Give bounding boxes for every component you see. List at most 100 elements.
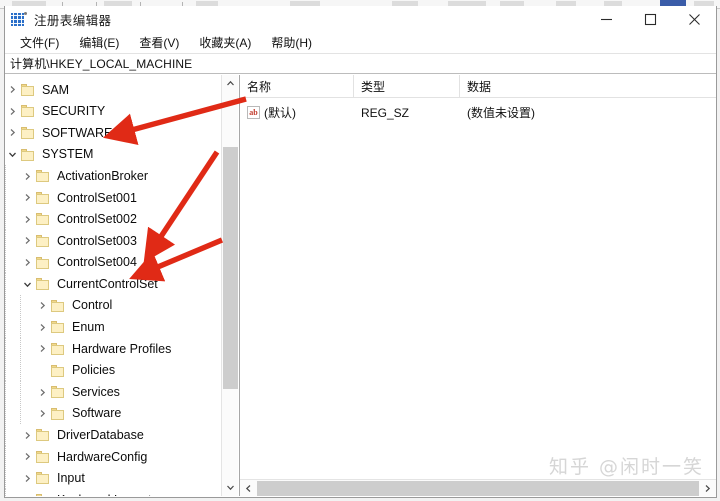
scroll-right-arrow-icon[interactable]: [699, 480, 716, 497]
close-button[interactable]: [672, 6, 716, 32]
maximize-button[interactable]: [628, 6, 672, 32]
values-scrollbar-thumb[interactable]: [257, 481, 699, 496]
column-header-type[interactable]: 类型: [354, 75, 460, 98]
tree-indent-guide: [5, 360, 6, 382]
scroll-left-arrow-icon[interactable]: [240, 480, 257, 497]
tree-indent-guide: [5, 403, 6, 425]
column-header-name[interactable]: 名称: [240, 75, 354, 98]
values-row-container: ab(默认)REG_SZ(数值未设置): [240, 102, 716, 123]
chevron-right-icon[interactable]: [5, 85, 20, 94]
chevron-right-icon[interactable]: [20, 236, 35, 245]
values-column-header: 名称 类型 数据: [240, 75, 716, 98]
menu-item-view[interactable]: 查看(V): [131, 33, 187, 53]
registry-tree[interactable]: SAM SECURITYSOFTWARE SYSTEM ActivationBroke…: [5, 75, 221, 496]
tree-item-label: DriverDatabase: [57, 429, 144, 442]
chevron-right-icon[interactable]: [5, 128, 20, 137]
tree-vertical-scrollbar[interactable]: [221, 75, 238, 496]
folder-icon: [35, 234, 52, 248]
tree-item-label: HardwareConfig: [57, 451, 147, 464]
chevron-right-icon[interactable]: [20, 474, 35, 483]
chevron-right-icon[interactable]: [35, 301, 50, 310]
chevron-right-icon[interactable]: [35, 388, 50, 397]
folder-icon: [20, 104, 37, 118]
tree-item-software[interactable]: SOFTWARE: [5, 122, 221, 144]
values-horizontal-scrollbar[interactable]: [240, 479, 716, 496]
tree-indent-guide: [5, 252, 6, 274]
column-header-type-label: 类型: [361, 78, 385, 95]
chevron-right-icon[interactable]: [20, 452, 35, 461]
content-area: SAM SECURITYSOFTWARE SYSTEM ActivationBroke…: [5, 75, 716, 496]
menu-label-favorites: 收藏夹(A): [199, 36, 251, 50]
tree-item-system[interactable]: SYSTEM: [5, 144, 221, 166]
chevron-right-icon[interactable]: [35, 409, 50, 418]
tree-indent-guide: [5, 489, 6, 496]
tree-item-controlset001[interactable]: ControlSet001: [5, 187, 221, 209]
folder-icon: [35, 277, 52, 291]
tree-item-input[interactable]: Input: [5, 468, 221, 490]
chevron-down-icon[interactable]: [20, 280, 35, 289]
tree-indent-guide: [5, 165, 6, 187]
tree-item-policies[interactable]: Policies: [5, 360, 221, 382]
tree-indent-guide: [5, 468, 6, 490]
menu-item-favorites[interactable]: 收藏夹(A): [191, 33, 259, 53]
tree-item-enum[interactable]: Enum: [5, 317, 221, 339]
folder-icon: [50, 342, 67, 356]
column-header-data[interactable]: 数据: [460, 75, 716, 98]
tree-item-sam[interactable]: SAM: [5, 79, 221, 101]
tree-indent-guide: [5, 446, 6, 468]
menu-item-edit[interactable]: 编辑(E): [71, 33, 127, 53]
value-name-label: (默认): [264, 104, 296, 121]
address-path-text: 计算机\HKEY_LOCAL_MACHINE: [10, 55, 192, 72]
menu-item-help[interactable]: 帮助(H): [263, 33, 320, 53]
address-bar[interactable]: 计算机\HKEY_LOCAL_MACHINE: [5, 53, 716, 74]
registry-tree-pane: SAM SECURITYSOFTWARE SYSTEM ActivationBroke…: [5, 75, 239, 496]
chevron-right-icon[interactable]: [20, 193, 35, 202]
scroll-down-arrow-icon[interactable]: [222, 479, 239, 496]
tree-item-hardwareconfig[interactable]: HardwareConfig: [5, 446, 221, 468]
scroll-up-arrow-icon[interactable]: [222, 75, 239, 92]
tree-item-activationbroker[interactable]: ActivationBroker: [5, 165, 221, 187]
chevron-right-icon[interactable]: [35, 323, 50, 332]
registry-editor-window: 注册表编辑器: [4, 6, 717, 498]
tree-item-label: Hardware Profiles: [72, 343, 171, 356]
chevron-right-icon[interactable]: [5, 107, 20, 116]
table-row[interactable]: ab(默认)REG_SZ(数值未设置): [240, 102, 716, 123]
tree-item-controlset002[interactable]: ControlSet002: [5, 209, 221, 231]
tree-indent-guide: [20, 403, 21, 425]
chevron-right-icon[interactable]: [20, 215, 35, 224]
tree-item-hardware-profiles[interactable]: Hardware Profiles: [5, 338, 221, 360]
tree-item-controlset003[interactable]: ControlSet003: [5, 230, 221, 252]
tree-item-keyboard-layout[interactable]: Keyboard Layout: [5, 489, 221, 496]
chevron-right-icon[interactable]: [20, 172, 35, 181]
tree-item-controlset004[interactable]: ControlSet004: [5, 252, 221, 274]
tree-item-label: Services: [72, 386, 120, 399]
values-scrollbar-track[interactable]: [257, 481, 699, 496]
chevron-right-icon[interactable]: [35, 344, 50, 353]
folder-icon: [50, 299, 67, 313]
minimize-button[interactable]: [584, 6, 628, 32]
screenshot-root: 注册表编辑器: [0, 0, 720, 501]
tree-item-label: ControlSet004: [57, 256, 137, 269]
chevron-right-icon[interactable]: [20, 431, 35, 440]
chevron-down-icon[interactable]: [5, 150, 20, 159]
folder-icon: [35, 212, 52, 226]
folder-icon: [35, 450, 52, 464]
tree-item-label: ControlSet003: [57, 235, 137, 248]
folder-icon: [50, 407, 67, 421]
tree-item-security[interactable]: SECURITY: [5, 101, 221, 123]
tree-item-label: Policies: [72, 364, 115, 377]
tree-indent-guide: [5, 273, 6, 295]
tree-item-driverdatabase[interactable]: DriverDatabase: [5, 425, 221, 447]
tree-indent-guide: [5, 425, 6, 447]
tree-indent-guide: [5, 209, 6, 231]
tree-item-control[interactable]: Control: [5, 295, 221, 317]
tree-item-services[interactable]: Services: [5, 381, 221, 403]
menu-item-file[interactable]: 文件(F): [12, 33, 67, 53]
chevron-right-icon[interactable]: [20, 258, 35, 267]
tree-item-software[interactable]: Software: [5, 403, 221, 425]
tree-scrollbar-thumb[interactable]: [223, 147, 238, 389]
tree-item-currentcontrolset[interactable]: CurrentControlSet: [5, 273, 221, 295]
tree-indent-guide: [20, 295, 21, 317]
tree-item-label: SYSTEM: [42, 148, 93, 161]
tree-item-label: SAM: [42, 84, 69, 97]
